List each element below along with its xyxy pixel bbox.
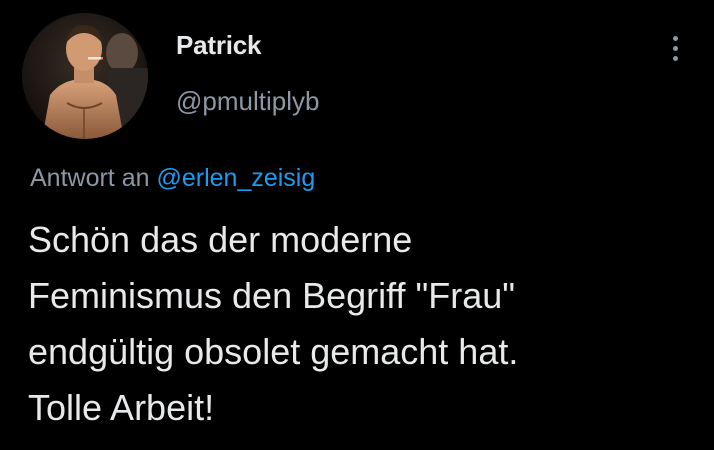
more-options-icon[interactable] bbox=[660, 28, 690, 68]
avatar[interactable] bbox=[22, 13, 148, 139]
tweet-text: Schön das der moderne Feminismus den Beg… bbox=[28, 212, 708, 436]
author-handle[interactable]: @pmultiplyb bbox=[176, 86, 319, 117]
reply-prefix: Antwort an bbox=[30, 164, 150, 192]
author-display-name[interactable]: Patrick bbox=[176, 30, 262, 61]
reply-context: Antwort an @erlen_zeisig bbox=[30, 164, 315, 193]
more-dot bbox=[672, 45, 678, 51]
more-dot bbox=[672, 55, 678, 61]
avatar-photo bbox=[22, 13, 148, 139]
tweet-text-line: Tolle Arbeit! bbox=[28, 387, 215, 428]
tweet-text-line: Feminismus den Begriff "Frau" bbox=[28, 275, 516, 316]
tweet-text-line: Schön das der moderne bbox=[28, 219, 413, 260]
more-dot bbox=[672, 35, 678, 41]
reply-mention-link[interactable]: @erlen_zeisig bbox=[156, 164, 315, 192]
tweet-text-line: endgültig obsolet gemacht hat. bbox=[28, 331, 519, 372]
tweet: Patrick @pmultiplyb Antwort an @erlen_ze… bbox=[0, 0, 714, 450]
